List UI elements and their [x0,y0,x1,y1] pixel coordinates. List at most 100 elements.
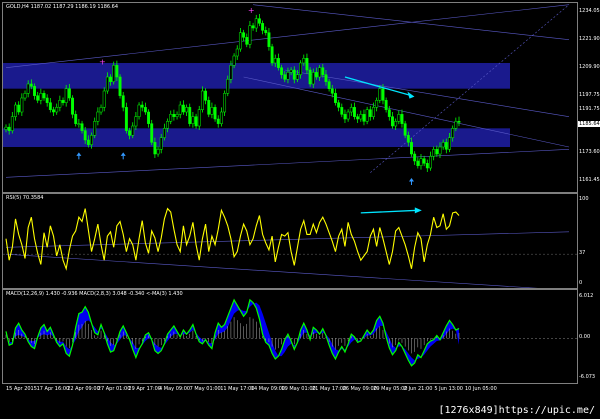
candle-body [197,109,201,127]
candle-body [121,95,125,108]
candle-body [52,109,55,113]
candle-body [29,83,33,87]
candle-body [169,114,173,122]
supply-demand-zone-0 [3,63,510,89]
rsi-pane[interactable]: RSI(5) 70.3584 [2,193,578,289]
candle-body [36,95,40,101]
swing-high-marker: + [248,6,255,15]
candle-body [444,142,448,150]
time-axis-label: 4 May 09:00 [159,386,191,392]
candle-body [71,97,74,115]
candle-body [330,88,334,94]
candle-body [406,135,410,143]
time-axis-label: 15 Apr 2015 [6,386,37,392]
candle-body [185,107,189,113]
candle-body [20,97,24,113]
candle-body [337,102,341,108]
candle-body [318,67,322,78]
candle-body [216,118,220,124]
candle-body [356,116,360,120]
candle-body [283,74,287,80]
time-axis-label: 17 Apr 16:00 [36,386,70,392]
candle-body [39,93,43,101]
macd-pane[interactable]: MACD(12,26,9) 1.430 -0.936 MACD(2,8,3) 3… [2,289,578,384]
candle-body [261,23,265,31]
rsi-title: RSI(5) 70.3584 [6,195,44,201]
candle-body [105,76,109,92]
candle-body [188,107,192,124]
price-axis-label: 1221.90 [579,35,600,42]
candle-body [429,156,432,169]
candle-body [128,130,131,136]
candle-body [314,72,318,78]
rsi-trend-arrow [360,209,418,214]
candle-body [267,32,271,47]
candle-body [48,102,52,110]
candle-body [178,104,182,115]
candle-body [340,107,344,115]
candle-body [346,111,350,120]
price-axis-label: 1161.45 [579,176,600,183]
candle-body [254,18,258,29]
swing-high-marker: + [99,57,106,66]
rsi-trendline [5,253,538,288]
time-axis-label: 14 May 09:00 [250,386,286,392]
candle-body [413,153,417,162]
candle-body [80,123,84,131]
time-axis-label: 10 Jun 05:00 [465,386,497,392]
candle-body [115,65,119,78]
time-axis: 15 Apr 2015 17 Apr 16:00 22 Apr 09:00 27 Ap… [2,383,576,397]
candle-body [150,123,154,143]
candle-body [273,58,277,64]
candle-body [33,86,36,96]
candle-body [270,46,274,64]
candle-body [96,111,100,122]
time-axis-label: 22 Apr 09:00 [67,386,100,392]
macd-title: MACD(12,26,9) 1.430 -0.936 MACD(2,8,3) 3… [6,291,183,297]
candle-body [451,128,455,138]
time-axis-label: 2 Jun 21:00 [403,386,433,392]
candle-body [118,76,122,96]
candle-body [219,111,223,124]
time-axis-label: 19 May 01:00 [281,386,316,392]
candle-body [372,107,375,117]
candle-body [311,72,315,85]
candle-body [4,126,8,130]
candle-body [397,114,401,122]
candle-body [67,88,71,99]
candle-body [175,114,179,117]
candle-body [10,116,14,131]
candle-body [381,88,385,101]
candle-body [204,90,208,101]
candle-body [416,160,420,166]
candle-body [137,104,141,117]
macd-axis-label: 6.012 [579,293,594,299]
candle-body [200,90,204,110]
time-axis-label: 27 Apr 01:00 [97,386,131,392]
candle-body [207,100,211,115]
candle-body [292,69,296,80]
image-size-badge: [1276x849]https://upic.me/ [435,404,598,417]
rsi-axis: 100 37 0 [578,193,600,287]
candle-body [131,125,135,136]
price-chart-pane[interactable]: GOLD,H4 1187.02 1187.29 1186.19 1186.64 … [2,2,578,193]
candle-body [448,137,451,150]
candle-body [387,109,391,117]
macd-canvas [3,298,577,367]
candle-body [394,121,398,127]
candle-body [280,67,284,75]
candle-body [289,69,293,73]
candle-body [223,93,227,113]
time-axis-label: 11 May 17:00 [220,386,255,392]
candle-body [86,139,90,145]
candle-body [365,109,369,122]
candle-body [112,65,116,82]
candle-body [419,158,423,166]
candle-body [359,114,363,120]
macd-cloud-area [6,299,459,366]
candle-body [295,74,299,80]
trend-arrow-head [407,91,415,99]
candle-body [378,88,382,101]
candle-body [210,107,214,115]
candle-body [140,104,144,108]
